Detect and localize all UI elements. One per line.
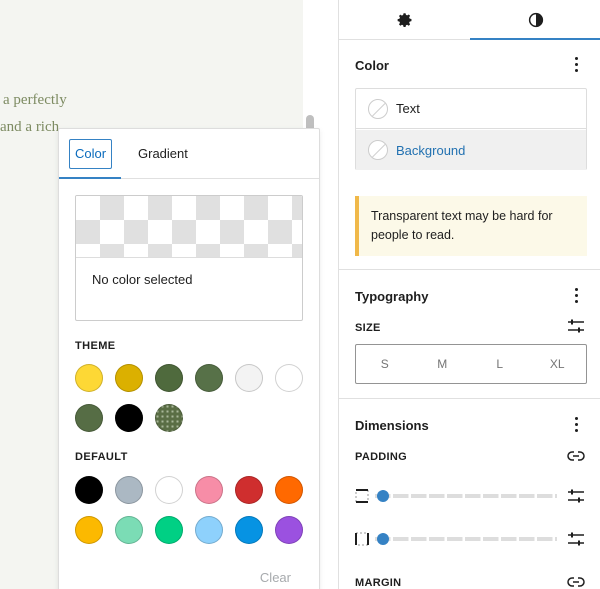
color-item-label: Text xyxy=(396,101,420,116)
size-option-m[interactable]: M xyxy=(414,345,472,383)
color-swatch[interactable] xyxy=(75,404,103,432)
size-option-xl[interactable]: XL xyxy=(529,345,587,383)
settings-sidebar: Color Text Background Transparent text m… xyxy=(338,0,600,589)
slider-thumb[interactable] xyxy=(377,490,389,502)
color-swatch[interactable] xyxy=(195,364,223,392)
sidebar-tabs xyxy=(339,0,600,40)
color-options-menu-icon[interactable] xyxy=(569,55,583,73)
color-swatch[interactable] xyxy=(115,364,143,392)
panel-title-typography: Typography xyxy=(355,289,429,304)
empty-color-indicator-icon xyxy=(368,140,388,160)
slider-thumb[interactable] xyxy=(377,533,389,545)
custom-padding-sliders-icon[interactable] xyxy=(567,531,585,547)
color-swatch[interactable] xyxy=(195,476,223,504)
tab-styles[interactable] xyxy=(470,0,600,40)
empty-color-indicator-icon xyxy=(368,98,388,119)
size-label: SIZE xyxy=(355,322,381,334)
active-tab-indicator xyxy=(59,177,121,179)
link-sides-icon[interactable] xyxy=(567,575,585,589)
color-swatch[interactable] xyxy=(235,364,263,392)
tab-gradient[interactable]: Gradient xyxy=(138,139,188,169)
color-swatch[interactable] xyxy=(155,516,183,544)
font-size-toggle-group: S M L XL xyxy=(355,344,587,384)
color-item-label: Background xyxy=(396,142,466,158)
tab-color[interactable]: Color xyxy=(69,139,112,169)
color-picker-popover: Color Gradient No color selected THEME D… xyxy=(58,128,320,589)
gear-icon xyxy=(397,13,411,28)
contrast-icon xyxy=(528,12,543,28)
color-swatch[interactable] xyxy=(235,516,263,544)
color-swatch[interactable] xyxy=(155,404,183,432)
clear-button[interactable]: Clear xyxy=(260,570,291,585)
color-preview[interactable]: No color selected xyxy=(75,195,303,321)
color-swatch[interactable] xyxy=(75,364,103,392)
size-option-s[interactable]: S xyxy=(356,345,414,383)
custom-padding-sliders-icon[interactable] xyxy=(567,488,585,504)
padding-label: PADDING xyxy=(355,451,408,463)
typography-options-menu-icon[interactable] xyxy=(569,286,583,304)
canvas-text-line: and a rich xyxy=(0,119,60,135)
active-tab-indicator xyxy=(470,38,600,40)
color-swatch[interactable] xyxy=(115,516,143,544)
transparent-checkerboard xyxy=(76,196,302,258)
link-sides-icon[interactable] xyxy=(567,449,585,463)
color-swatch[interactable] xyxy=(235,476,263,504)
color-swatch[interactable] xyxy=(115,476,143,504)
default-swatch-grid xyxy=(75,476,303,544)
tab-settings[interactable] xyxy=(339,0,470,40)
dimensions-options-menu-icon[interactable] xyxy=(569,415,583,433)
default-section-label: DEFAULT xyxy=(75,451,128,463)
margin-label: MARGIN xyxy=(355,577,402,589)
custom-size-sliders-icon[interactable] xyxy=(567,318,585,334)
preview-label: No color selected xyxy=(92,272,193,287)
size-option-l[interactable]: L xyxy=(471,345,529,383)
color-panel: Color Text Background Transparent text m… xyxy=(339,41,600,270)
slider-track xyxy=(375,494,557,498)
padding-horizontal-slider[interactable] xyxy=(375,532,557,546)
color-swatch[interactable] xyxy=(75,516,103,544)
color-item-text[interactable]: Text xyxy=(356,89,586,129)
color-swatch[interactable] xyxy=(275,516,303,544)
panel-title-color: Color xyxy=(355,58,389,73)
panel-title-dimensions: Dimensions xyxy=(355,418,429,433)
padding-vertical-slider[interactable] xyxy=(375,489,557,503)
padding-horizontal-side-icon[interactable] xyxy=(355,532,369,546)
theme-swatch-grid xyxy=(75,364,303,432)
color-swatch[interactable] xyxy=(275,476,303,504)
dimensions-panel: Dimensions PADDING MARGIN xyxy=(339,400,600,589)
color-swatch[interactable] xyxy=(155,476,183,504)
contrast-warning-notice: Transparent text may be hard for people … xyxy=(355,196,587,256)
canvas-text-line: a perfectly xyxy=(3,92,67,108)
color-swatch[interactable] xyxy=(275,364,303,392)
popover-tabs: Color Gradient xyxy=(59,129,319,179)
color-swatch[interactable] xyxy=(195,516,223,544)
color-item-list: Text Background xyxy=(355,88,587,170)
color-swatch[interactable] xyxy=(115,404,143,432)
color-swatch[interactable] xyxy=(155,364,183,392)
padding-vertical-side-icon[interactable] xyxy=(355,489,369,503)
color-swatch[interactable] xyxy=(75,476,103,504)
typography-panel: Typography SIZE S M L XL xyxy=(339,271,600,399)
theme-section-label: THEME xyxy=(75,340,116,352)
color-item-background[interactable]: Background xyxy=(356,130,586,170)
slider-track xyxy=(375,537,557,541)
